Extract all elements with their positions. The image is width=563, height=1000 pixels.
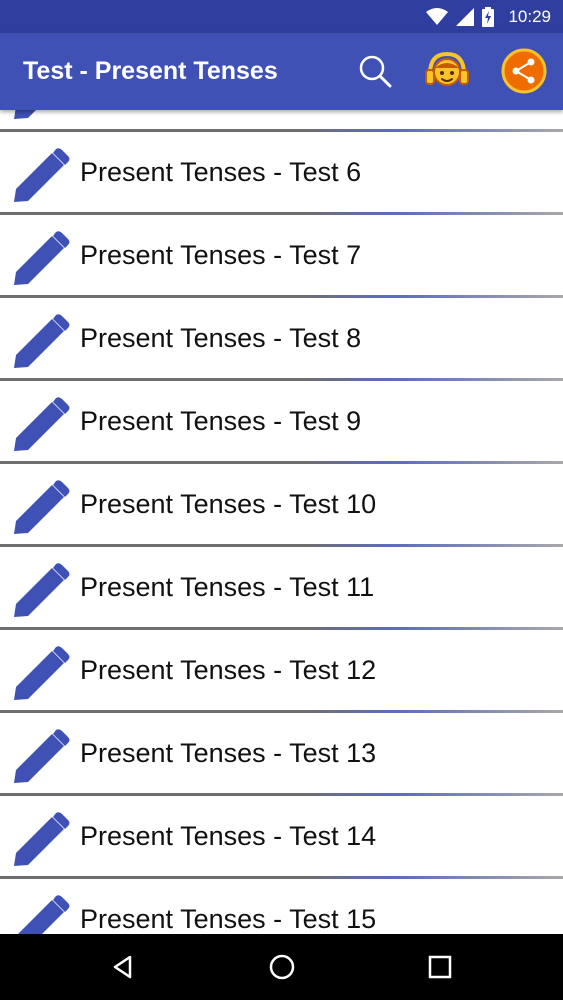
pencil-icon (12, 895, 70, 934)
pencil-icon (12, 646, 70, 702)
recents-button[interactable] (420, 947, 460, 987)
status-time: 10:29 (508, 6, 551, 26)
share-button[interactable] (499, 46, 549, 96)
pencil-icon (12, 812, 70, 868)
pencil-icon (12, 480, 70, 536)
list-item-label: Present Tenses - Test 14 (80, 821, 377, 851)
list-item[interactable]: Present Tenses - Test 7 (0, 217, 563, 298)
list-item-label: Present Tenses - Test 8 (80, 323, 362, 353)
back-icon (113, 955, 132, 979)
pencil-icon (12, 110, 70, 121)
list-item-label: Present Tenses - Test 11 (80, 572, 375, 602)
list-item[interactable]: Present Tenses - Test 8 (0, 300, 563, 381)
list-item-label: Present Tenses - Test 10 (80, 489, 377, 519)
list-item-label: Present Tenses - Test 9 (80, 406, 362, 436)
status-bar: 10:29 (0, 0, 563, 33)
list-item-label: Present Tenses - Test 7 (80, 240, 362, 270)
navigation-bar (0, 934, 563, 1000)
list-item-label: Present Tenses - Test 6 (80, 157, 362, 187)
pencil-icon (12, 231, 70, 287)
home-icon (269, 954, 295, 980)
page-title: Test - Present Tenses (23, 57, 278, 85)
app-bar: Test - Present Tenses (0, 33, 563, 110)
list-item-label: Present Tenses - Test 12 (80, 655, 377, 685)
listening-button[interactable] (422, 46, 472, 96)
list-item-label: Present Tenses - Test 15 (80, 904, 377, 934)
pencil-icon (12, 729, 70, 785)
list-item[interactable]: Present Tenses - Test 14 (0, 798, 563, 879)
status-icons: 10:29 (426, 0, 551, 33)
list-item[interactable]: Present Tenses - Test 10 (0, 466, 563, 547)
search-button[interactable] (350, 46, 400, 96)
pencil-icon (12, 397, 70, 453)
list-item-label: Present Tenses - Test 13 (80, 738, 377, 768)
pencil-icon (12, 148, 70, 204)
battery-charging-icon (482, 6, 495, 27)
headphones-girl-icon (425, 51, 469, 86)
list-item[interactable]: Present Tenses - Test 13 (0, 715, 563, 796)
list-item[interactable]: Present Tenses - Test 9 (0, 383, 563, 464)
recents-icon (428, 955, 452, 979)
search-icon (359, 55, 392, 88)
list-item[interactable]: Present Tenses - Test 11 (0, 549, 563, 630)
home-button[interactable] (262, 947, 302, 987)
list-item[interactable]: Present Tenses - Test 15 (0, 881, 563, 934)
list-item[interactable]: Present Tenses - Test 12 (0, 632, 563, 713)
back-button[interactable] (103, 947, 143, 987)
pencil-icon (12, 314, 70, 370)
signal-icon (456, 7, 475, 26)
list-item[interactable] (0, 110, 563, 132)
list-item[interactable]: Present Tenses - Test 6 (0, 134, 563, 215)
pencil-icon (12, 563, 70, 619)
share-icon (501, 48, 547, 94)
test-list[interactable]: Present Tenses - Test 6 Present Tenses - … (0, 110, 563, 934)
wifi-icon (426, 7, 449, 25)
